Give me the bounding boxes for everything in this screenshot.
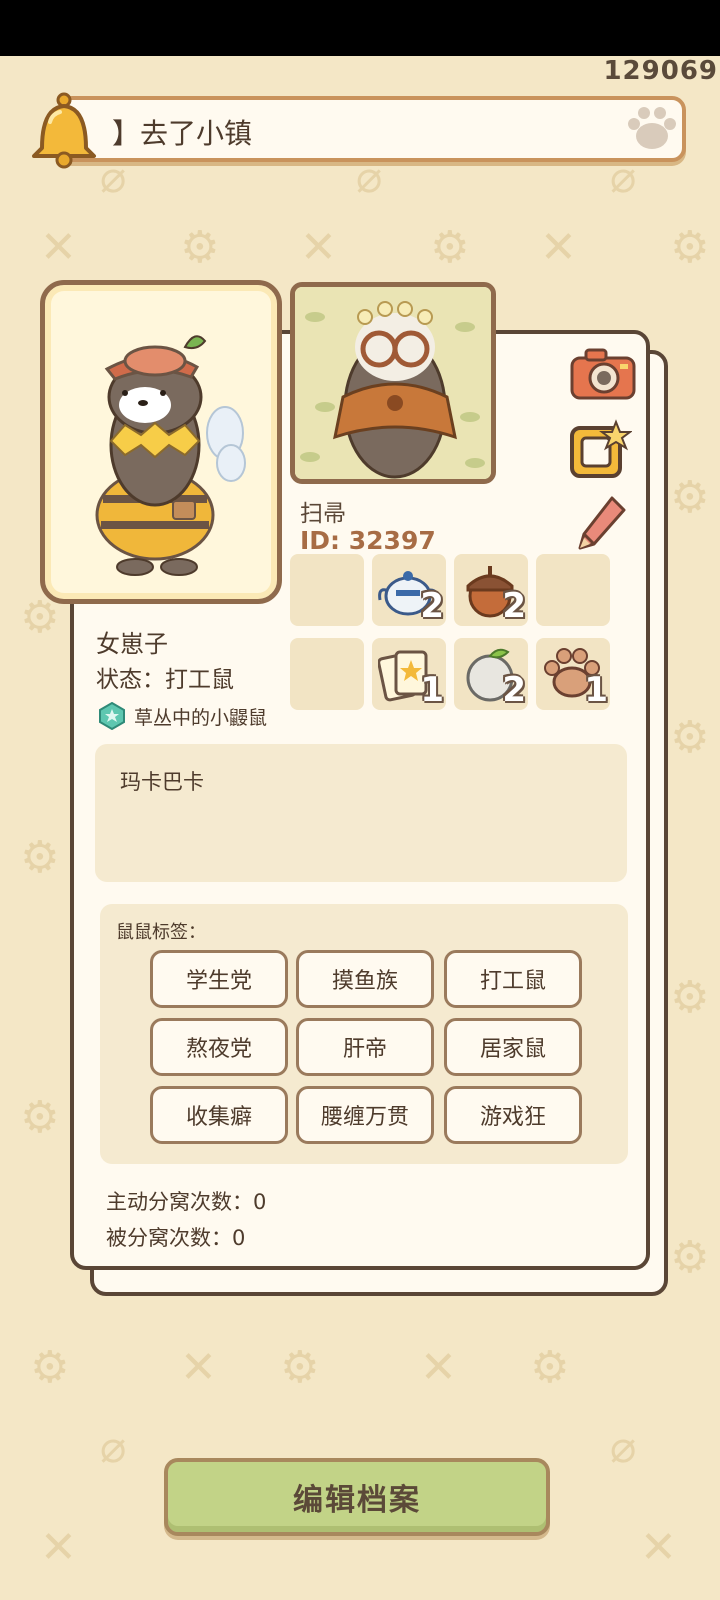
inventory-slot[interactable]: 1 [372,638,446,710]
bell-icon[interactable] [32,92,102,170]
passive-split-count: 被分窝次数：0 [106,1226,246,1250]
sticker-icon[interactable] [568,418,632,482]
avatar[interactable] [40,280,282,604]
notification-text: 】去了小镇 [112,117,253,150]
tag-chip[interactable]: 肝帝 [296,1018,434,1076]
portrait-otter-icon [295,287,491,479]
character-name: 扫帚 [300,501,346,527]
badge-label: 草丛中的小鼹鼠 [134,707,268,729]
currency-counter: 129069 [603,56,718,86]
tag-chip[interactable]: 游戏狂 [444,1086,582,1144]
paw-icon [628,107,676,149]
otter-avatar-icon [95,335,246,576]
tag-chip[interactable]: 打工鼠 [444,950,582,1008]
tags-title: 鼠鼠标签： [116,922,206,943]
bio-box [95,744,627,882]
inventory-slot[interactable]: 1 [536,638,610,710]
character-portrait[interactable] [290,282,496,484]
tag-chip[interactable]: 熬夜党 [150,1018,288,1076]
character-id: ID: 32397 [300,526,436,555]
inventory-slot[interactable]: 2 [454,554,528,626]
status-bar [0,0,720,56]
tag-chip[interactable]: 摸鱼族 [296,950,434,1008]
inventory-slot[interactable] [290,554,364,626]
inventory-slot[interactable]: 2 [454,638,528,710]
inventory-slot[interactable]: 2 [372,554,446,626]
nickname: 女崽子 [96,630,168,658]
tag-chip[interactable]: 学生党 [150,950,288,1008]
pencil-icon[interactable] [576,494,628,552]
notification-bar[interactable]: 】去了小镇 [58,96,686,162]
badge-icon [99,702,125,730]
edit-profile-button[interactable]: 编辑档案 [164,1458,550,1536]
status-text: 状态：打工鼠 [96,667,234,693]
inventory-slot[interactable] [536,554,610,626]
active-split-count: 主动分窝次数：0 [106,1190,267,1214]
tag-chip[interactable]: 收集癖 [150,1086,288,1144]
bio-text: 玛卡巴卡 [120,770,204,794]
tag-chip[interactable]: 腰缠万贯 [296,1086,434,1144]
camera-icon[interactable] [568,344,638,402]
tag-chip[interactable]: 居家鼠 [444,1018,582,1076]
inventory-slot[interactable] [290,638,364,710]
